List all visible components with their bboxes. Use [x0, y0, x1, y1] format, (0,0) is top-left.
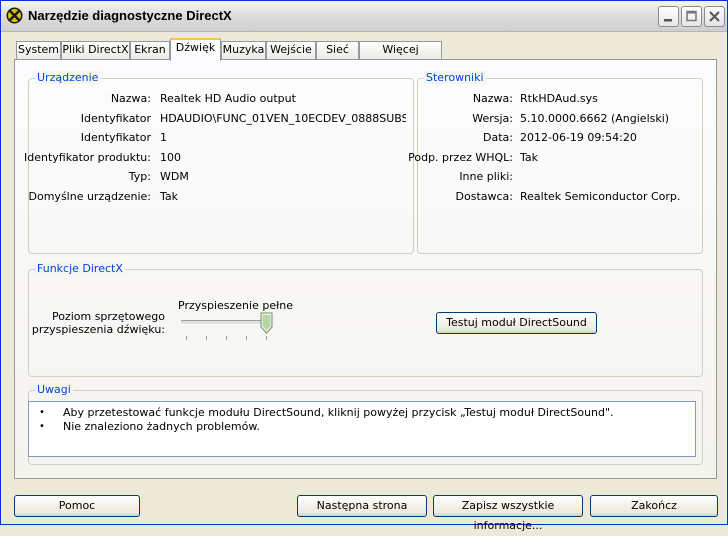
device-id2-label: Identyfikator	[80, 131, 151, 144]
device-name-label: Nazwa:	[110, 92, 151, 105]
accel-label-line1: Poziom sprzętowego	[51, 310, 165, 323]
directx-x-icon	[6, 7, 23, 24]
driver-date-label: Data:	[483, 131, 513, 144]
minimize-button[interactable]	[658, 6, 679, 27]
device-type-value: WDM	[160, 170, 189, 183]
device-type-label: Typ:	[128, 170, 151, 183]
minimize-icon	[664, 19, 672, 22]
window-title: Narzędzie diagnostyczne DirectX	[28, 8, 232, 23]
notes-list: • Aby przetestować funkcje modułu Direct…	[28, 401, 696, 457]
maximize-icon	[686, 10, 697, 22]
other-files-label: Inne pliki:	[459, 170, 513, 183]
default-device-value: Tak	[160, 190, 179, 203]
close-button[interactable]	[704, 6, 725, 27]
driver-date-value: 2012-06-19 09:54:20	[520, 131, 637, 144]
tab-wiecej-pomocy[interactable]: Więcej pomocy	[359, 41, 442, 72]
driver-name-value: RtkHDAud.sys	[520, 92, 598, 105]
title-bar[interactable]: Narzędzie diagnostyczne DirectX	[1, 1, 727, 32]
next-page-button[interactable]: Następna strona	[297, 495, 427, 517]
device-id2-value: 1	[160, 131, 167, 144]
exit-button[interactable]: Zakończ	[590, 495, 718, 517]
accel-label-line2: przyspieszenia dźwięku:	[31, 323, 165, 336]
directx-features-title: Funkcje DirectX	[35, 262, 125, 275]
product-id-label: Identyfikator produktu:	[23, 151, 151, 164]
bullet-icon: •	[39, 421, 45, 432]
device-id-value: HDAUDIO\FUNC_01VEN_10ECDEV_0888SUBSYS_1	[160, 112, 406, 125]
device-group-title: Urządzenie	[35, 71, 101, 84]
close-icon	[709, 11, 720, 22]
slider-track	[181, 320, 269, 325]
tab-wejscie[interactable]: Wejście	[266, 41, 316, 59]
slider-thumb[interactable]	[260, 312, 273, 334]
tab-ekran[interactable]: Ekran	[130, 41, 170, 59]
slider-tick	[246, 336, 247, 340]
note-item: Aby przetestować funkcje modułu DirectSo…	[63, 406, 614, 419]
slider-tick	[206, 336, 207, 340]
dxdiag-window: Narzędzie diagnostyczne DirectX System P…	[0, 0, 728, 532]
product-id-value: 100	[160, 151, 181, 164]
tab-muzyka[interactable]: Muzyka	[221, 41, 266, 59]
whql-label: Podp. przez WHQL:	[408, 151, 513, 164]
help-button[interactable]: Pomoc	[14, 495, 140, 517]
driver-version-label: Wersja:	[472, 112, 513, 125]
accel-slider[interactable]	[181, 312, 273, 344]
tab-dzwiek[interactable]: Dźwięk	[170, 38, 221, 61]
slider-tick	[186, 336, 187, 340]
accel-value-label: Przyspieszenie pełne	[178, 299, 293, 312]
driver-version-value: 5.10.0000.6662 (Angielski)	[520, 112, 670, 125]
slider-tick	[266, 336, 267, 340]
drivers-group-title: Sterowniki	[424, 71, 486, 84]
note-item: Nie znaleziono żadnych problemów.	[63, 420, 260, 433]
slider-tick	[226, 336, 227, 340]
whql-value: Tak	[520, 151, 539, 164]
tab-system[interactable]: System	[16, 41, 61, 59]
driver-name-label: Nazwa:	[472, 92, 513, 105]
tab-pliki-directx[interactable]: Pliki DirectX	[61, 41, 130, 59]
bullet-icon: •	[39, 407, 45, 418]
device-name-value: Realtek HD Audio output	[160, 92, 296, 105]
tab-siec[interactable]: Sieć	[316, 41, 359, 59]
provider-value: Realtek Semiconductor Corp.	[520, 190, 681, 203]
default-device-label: Domyślne urządzenie:	[28, 190, 151, 203]
save-all-info-button[interactable]: Zapisz wszystkie informacje...	[433, 495, 583, 532]
test-directsound-button[interactable]: Testuj moduł DirectSound	[436, 312, 597, 334]
provider-label: Dostawca:	[455, 190, 513, 203]
device-id-label: Identyfikator	[80, 112, 151, 125]
notes-group-title: Uwagi	[35, 383, 73, 396]
maximize-button[interactable]	[681, 6, 702, 27]
